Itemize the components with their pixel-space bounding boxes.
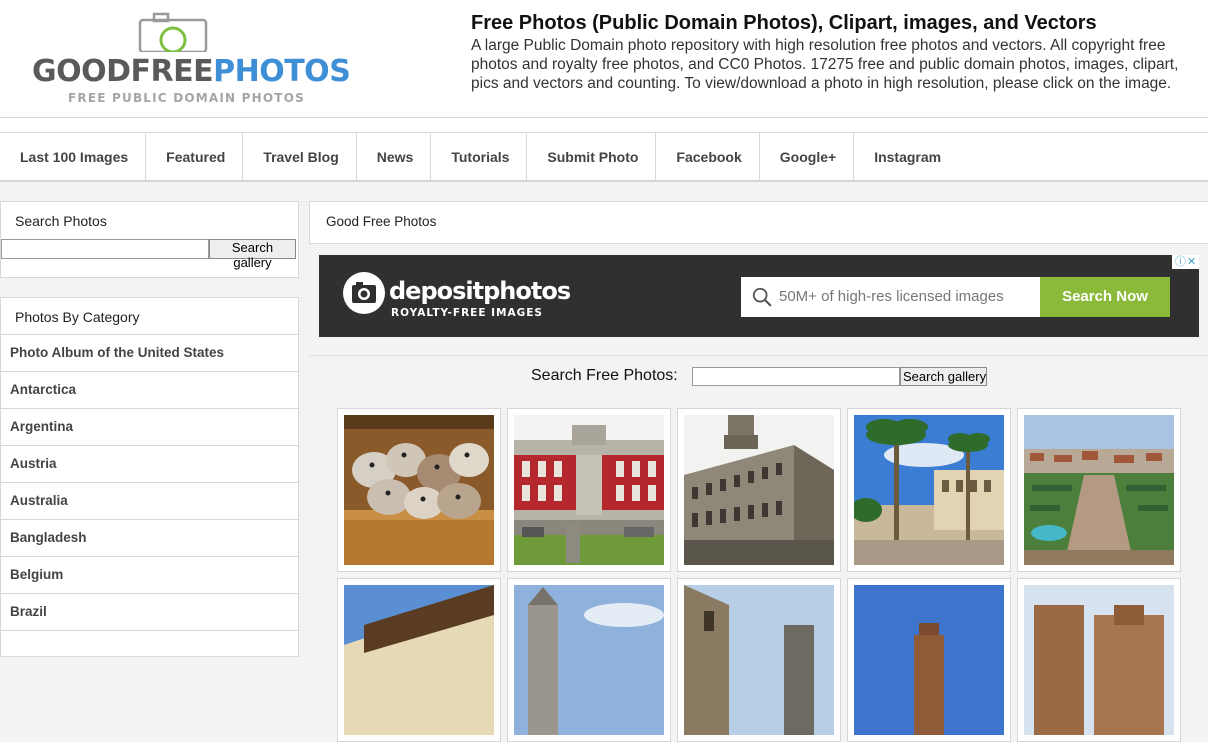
- category-item[interactable]: Brazil: [1, 594, 298, 631]
- category-item[interactable]: Antarctica: [1, 372, 298, 409]
- ad-banner[interactable]: depositphotos ROYALTY-FREE IMAGES 50M+ o…: [319, 255, 1199, 337]
- category-item[interactable]: Bangladesh: [1, 520, 298, 557]
- photo-thumbnail[interactable]: [507, 408, 671, 572]
- divider: [309, 355, 1208, 356]
- ad-search-now-button[interactable]: Search Now: [1040, 277, 1170, 317]
- free-photo-search-label: Search Free Photos:: [531, 367, 678, 384]
- photo-mice[interactable]: [344, 415, 494, 565]
- category-panel-title: Photos By Category: [1, 298, 298, 335]
- nav-last-100-images[interactable]: Last 100 Images: [0, 133, 147, 181]
- photo-thumbnail[interactable]: [337, 578, 501, 742]
- photo-castle[interactable]: [1024, 585, 1174, 735]
- free-photo-search-button[interactable]: Search gallery: [900, 367, 987, 386]
- nav-submit-photo[interactable]: Submit Photo: [527, 133, 657, 181]
- ad-search-field[interactable]: 50M+ of high-res licensed images: [741, 277, 1041, 317]
- site-header: GOODFREEPHOTOS FREE PUBLIC DOMAIN PHOTOS…: [0, 0, 1208, 118]
- photo-stone-palace[interactable]: [684, 415, 834, 565]
- photo-red-building[interactable]: [514, 415, 664, 565]
- category-item[interactable]: Belgium: [1, 557, 298, 594]
- nav-news[interactable]: News: [357, 133, 432, 181]
- photo-grid: [337, 408, 1187, 742]
- nav-featured[interactable]: Featured: [146, 133, 244, 181]
- logo-tagline: FREE PUBLIC DOMAIN PHOTOS: [68, 91, 305, 105]
- category-item[interactable]: Australia: [1, 483, 298, 520]
- nav-google-plus[interactable]: Google+: [760, 133, 855, 181]
- site-logo[interactable]: GOODFREEPHOTOS FREE PUBLIC DOMAIN PHOTOS: [32, 12, 351, 107]
- photo-thumbnail[interactable]: [1017, 408, 1181, 572]
- sidebar-search-button[interactable]: Search gallery: [209, 239, 296, 270]
- sidebar-search-panel: Search Photos Search gallery: [0, 201, 299, 278]
- photo-dome[interactable]: [854, 585, 1004, 735]
- photo-thumbnail[interactable]: [337, 408, 501, 572]
- nav-facebook[interactable]: Facebook: [656, 133, 760, 181]
- main-nav: Last 100 Images Featured Travel Blog New…: [0, 132, 1208, 182]
- ad-brand-tagline: ROYALTY-FREE IMAGES: [391, 307, 543, 319]
- photo-thumbnail[interactable]: [507, 578, 671, 742]
- nav-spacer: [0, 118, 1208, 132]
- search-icon: [752, 287, 772, 307]
- sidebar-search-input[interactable]: [1, 239, 209, 259]
- photo-garden-view[interactable]: [1024, 415, 1174, 565]
- free-photo-search-input[interactable]: [692, 367, 900, 386]
- site-title: Free Photos (Public Domain Photos), Clip…: [471, 12, 1097, 34]
- site-description: A large Public Domain photo repository w…: [471, 37, 1179, 92]
- photo-thumbnail[interactable]: [847, 408, 1011, 572]
- ad-search-placeholder: 50M+ of high-res licensed images: [779, 288, 1004, 305]
- category-item[interactable]: Austria: [1, 446, 298, 483]
- category-panel: Photos By Category Photo Album of the Un…: [0, 297, 299, 657]
- nav-travel-blog[interactable]: Travel Blog: [243, 133, 357, 181]
- photo-thumbnail[interactable]: [1017, 578, 1181, 742]
- camera-icon: [138, 12, 208, 52]
- sidebar-search-title: Search Photos: [15, 213, 107, 229]
- nav-tutorials[interactable]: Tutorials: [431, 133, 528, 181]
- photo-thumbnail[interactable]: [677, 408, 841, 572]
- breadcrumb[interactable]: Good Free Photos: [310, 202, 1208, 229]
- photo-palm-plaza[interactable]: [854, 415, 1004, 565]
- nav-instagram[interactable]: Instagram: [854, 133, 958, 181]
- logo-word-good: GOODFREE: [32, 54, 214, 89]
- photo-street[interactable]: [684, 585, 834, 735]
- depositphotos-logo-icon: [343, 272, 385, 314]
- breadcrumb-bar: Good Free Photos: [309, 201, 1208, 244]
- category-item[interactable]: Argentina: [1, 409, 298, 446]
- photo-balcony[interactable]: [344, 585, 494, 735]
- ad-close-icon[interactable]: ✕: [1187, 256, 1196, 268]
- photo-thumbnail[interactable]: [677, 578, 841, 742]
- category-item[interactable]: Photo Album of the United States: [1, 335, 298, 372]
- photo-thumbnail[interactable]: [847, 578, 1011, 742]
- logo-wordmark: GOODFREEPHOTOS: [32, 54, 351, 89]
- ad-brand-name: depositphotos: [389, 277, 571, 305]
- logo-word-photos: PHOTOS: [213, 54, 351, 89]
- photo-bell-tower[interactable]: [514, 585, 664, 735]
- ad-info-icon: ⓘ: [1175, 256, 1186, 268]
- ad-choices-icon[interactable]: ⓘ ✕: [1172, 255, 1199, 269]
